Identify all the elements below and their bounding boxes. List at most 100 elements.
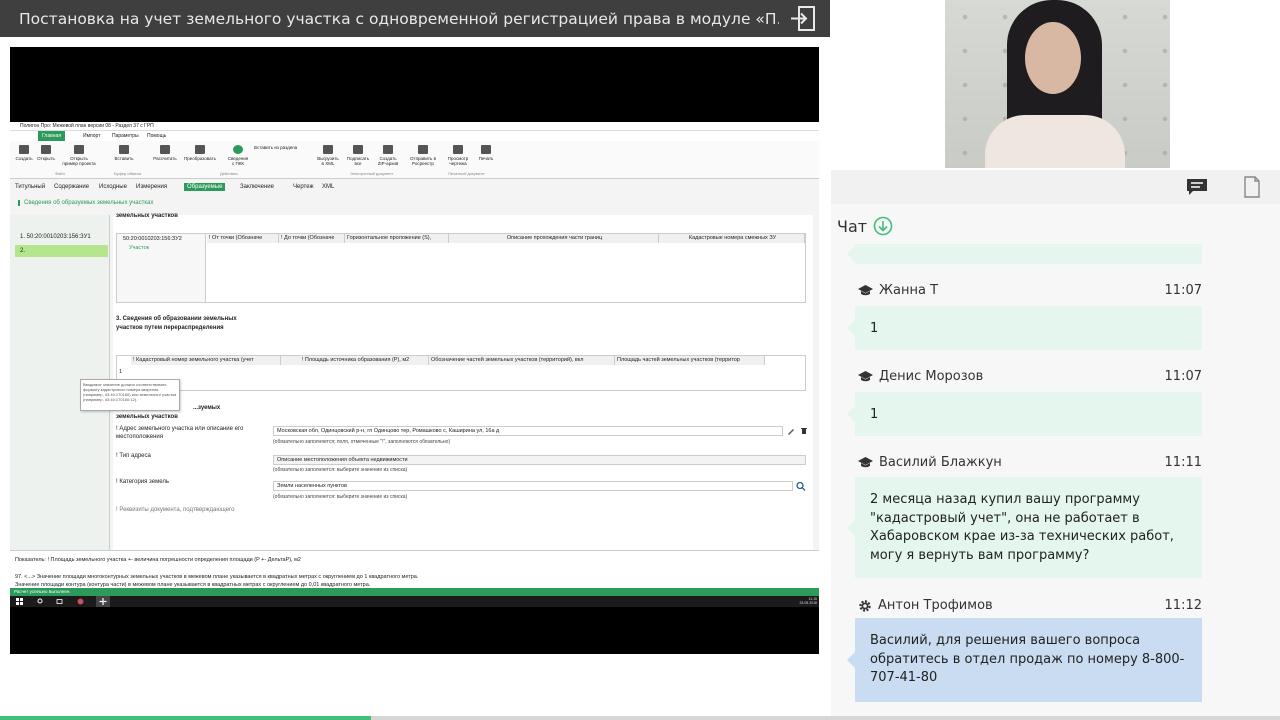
video-player[interactable]: Полигон Про: Межевой план версии 08 - Ра… <box>10 47 819 654</box>
tree-item-parcel[interactable]: 50:20:0010203:156:ЗУ2 <box>123 236 182 242</box>
address-field[interactable]: Московская обл, Одинцовский р-н, гп Один… <box>273 426 783 436</box>
ribbon-tab-import[interactable]: Импорт <box>83 133 100 139</box>
scroll-down-icon[interactable] <box>873 216 893 236</box>
search-icon[interactable] <box>795 481 807 491</box>
land-category-select[interactable]: Земли населенных пунктов <box>273 481 793 491</box>
group-clipboard: Буфер обмена <box>114 171 142 176</box>
ribbon-insert-from[interactable]: Вставить из раздела <box>254 145 310 150</box>
webinar-page: Постановка на учет земельного участка с … <box>0 0 1280 720</box>
presenter-body <box>985 115 1125 168</box>
tab-conclusion[interactable]: Заключение <box>240 184 274 190</box>
tab-contents[interactable]: Содержание <box>54 184 89 190</box>
col-to: ! До точки (Обозначе <box>279 234 345 243</box>
ribbon-print[interactable]: Печать <box>474 145 498 161</box>
chat-icon[interactable] <box>1186 178 1208 196</box>
info-line-2: 97. <...> Значение площади многоконтурны… <box>15 574 419 580</box>
playback-progress[interactable] <box>0 716 1280 720</box>
print-icon <box>481 145 491 154</box>
ribbon-convert[interactable]: Преобразовать <box>182 145 218 161</box>
preview-icon <box>453 145 463 154</box>
graduation-cap-icon <box>858 370 873 381</box>
exit-icon[interactable] <box>788 5 818 32</box>
chat-title: Чат <box>837 216 868 236</box>
land-category-hint: (обязательно заполняется: выберите значе… <box>273 494 408 500</box>
tab-source[interactable]: Исходные <box>99 184 127 190</box>
address-type-select[interactable]: Описание местоположения объекта недвижим… <box>273 455 806 465</box>
col-cadastral: ! Кадастровый номер земельного участка (… <box>131 356 281 365</box>
progress-fill <box>0 716 372 720</box>
message-time: 11:07 <box>1164 369 1202 384</box>
message-time: 11:12 <box>1164 598 1202 613</box>
message-time: 11:07 <box>1164 283 1202 298</box>
document-label: ! Реквизиты документа, подтверждающего <box>116 507 235 513</box>
ribbon-paste[interactable]: Вставить <box>112 145 136 161</box>
message-bubble: 1 <box>847 392 1202 436</box>
webinar-title-bar: Постановка на учет земельного участка с … <box>0 0 830 37</box>
ribbon-xml[interactable]: Выгрузить в XML <box>316 145 340 166</box>
trash-icon[interactable] <box>799 426 809 436</box>
info-line-1: Показатель: ! Площадь земельного участка… <box>15 557 301 563</box>
message-bubble-staff: Василий, для решения вашего вопроса обра… <box>847 618 1202 702</box>
chat-messages[interactable]: Жанна Т 11:07 1 Денис Морозов 11:07 1 Ва… <box>831 244 1231 714</box>
send-icon <box>418 145 428 154</box>
ribbon-preview[interactable]: Просмотр чертежа <box>446 145 470 166</box>
tab-drawing[interactable]: Чертеж <box>293 184 314 190</box>
col-description: Описание прохождения части границ <box>449 234 659 243</box>
ribbon-open[interactable]: Открыть <box>34 145 58 161</box>
chat-header: Чат <box>837 216 893 236</box>
status-bar: Расчет успешно выполнен. <box>10 588 819 596</box>
ribbon-tab-params[interactable]: Параметры <box>112 133 139 139</box>
section-4-title-b: земельных участков <box>116 414 178 420</box>
message-bubble-prev <box>847 244 1202 264</box>
parcel-item-1[interactable]: 1. 50:20:0010203:156:ЗУ1 <box>15 231 108 243</box>
parcel-item-2[interactable]: 2. <box>15 245 108 257</box>
tree-item-plot[interactable]: Участок <box>129 245 149 251</box>
chrome-icon[interactable] <box>77 598 84 605</box>
tab-title[interactable]: Титульный <box>15 184 45 190</box>
taskbar: 11:15 23.05.2018 <box>10 596 819 607</box>
ribbon-open-example[interactable]: Открыть пример проекта <box>62 145 96 166</box>
ribbon-zip[interactable]: Создать ZIP-архив <box>376 145 400 166</box>
webinar-title: Постановка на учет земельного участка с … <box>19 9 779 28</box>
presenter-face <box>1025 22 1081 94</box>
message-header: Антон Трофимов 11:12 <box>858 598 1202 613</box>
address-type-label: ! Тип адреса <box>116 453 151 459</box>
pencil-icon[interactable] <box>786 426 796 436</box>
ribbon-create[interactable]: Создать <box>12 145 36 161</box>
sign-icon <box>353 145 363 154</box>
zip-icon <box>383 145 393 154</box>
tab-formed[interactable]: Образуемые <box>184 183 226 191</box>
message-author: Василий Блажкун <box>879 455 1002 470</box>
windows-icon[interactable] <box>16 598 23 605</box>
section-subtitle: Сведения об образуемых земельных участка… <box>18 200 153 206</box>
taskbar-clock: 11:15 23.05.2018 <box>799 597 817 605</box>
tab-xml[interactable]: XML <box>322 184 334 190</box>
ribbon-tab-home[interactable]: Главная <box>38 131 66 141</box>
ribbon-tab-help[interactable]: Помощь <box>147 133 166 139</box>
panel-top-label: земельных участков <box>116 213 178 219</box>
polygon-app-icon[interactable] <box>96 596 110 607</box>
ribbon-sign[interactable]: Подписать все <box>346 145 370 166</box>
document-icon[interactable] <box>1243 176 1261 198</box>
cadastral-tooltip: Вводимое значение должно соответствовать… <box>80 379 180 411</box>
convert-icon <box>195 145 205 154</box>
col-adjacent: Кадастровые номера смежных ЗУ <box>659 234 805 243</box>
tab-measure[interactable]: Измерения <box>136 184 167 190</box>
globe-icon <box>233 145 243 154</box>
section-3-title: 3. Сведения об образовании земельных уча… <box>116 316 237 331</box>
ribbon-calc[interactable]: Рассчитать <box>153 145 177 161</box>
row-number: 1 <box>119 369 123 375</box>
col-parts: Обозначение частей земельных участков (т… <box>429 356 615 365</box>
ribbon-pkk[interactable]: Сведения с ПКК <box>226 145 250 166</box>
taskview-icon[interactable] <box>56 598 63 605</box>
ribbon-send[interactable]: Отправить в Росреестр <box>408 145 438 166</box>
search-taskbar-icon[interactable] <box>37 598 44 605</box>
presenter-webcam <box>945 0 1170 168</box>
col-source-area: ! Площадь источника образования (P), м2 <box>281 356 429 365</box>
message-author: Жанна Т <box>879 283 939 298</box>
message-header: Василий Блажкун 11:11 <box>858 455 1202 470</box>
side-panel: Чат Жанна Т 11:07 1 Денис Морозов 11:07 … <box>831 170 1280 720</box>
screen-share: Полигон Про: Межевой план версии 08 - Ра… <box>10 122 819 607</box>
land-category-label: ! Категория земель <box>116 479 169 485</box>
col-from: ! От точки (Обозначе <box>207 234 279 243</box>
